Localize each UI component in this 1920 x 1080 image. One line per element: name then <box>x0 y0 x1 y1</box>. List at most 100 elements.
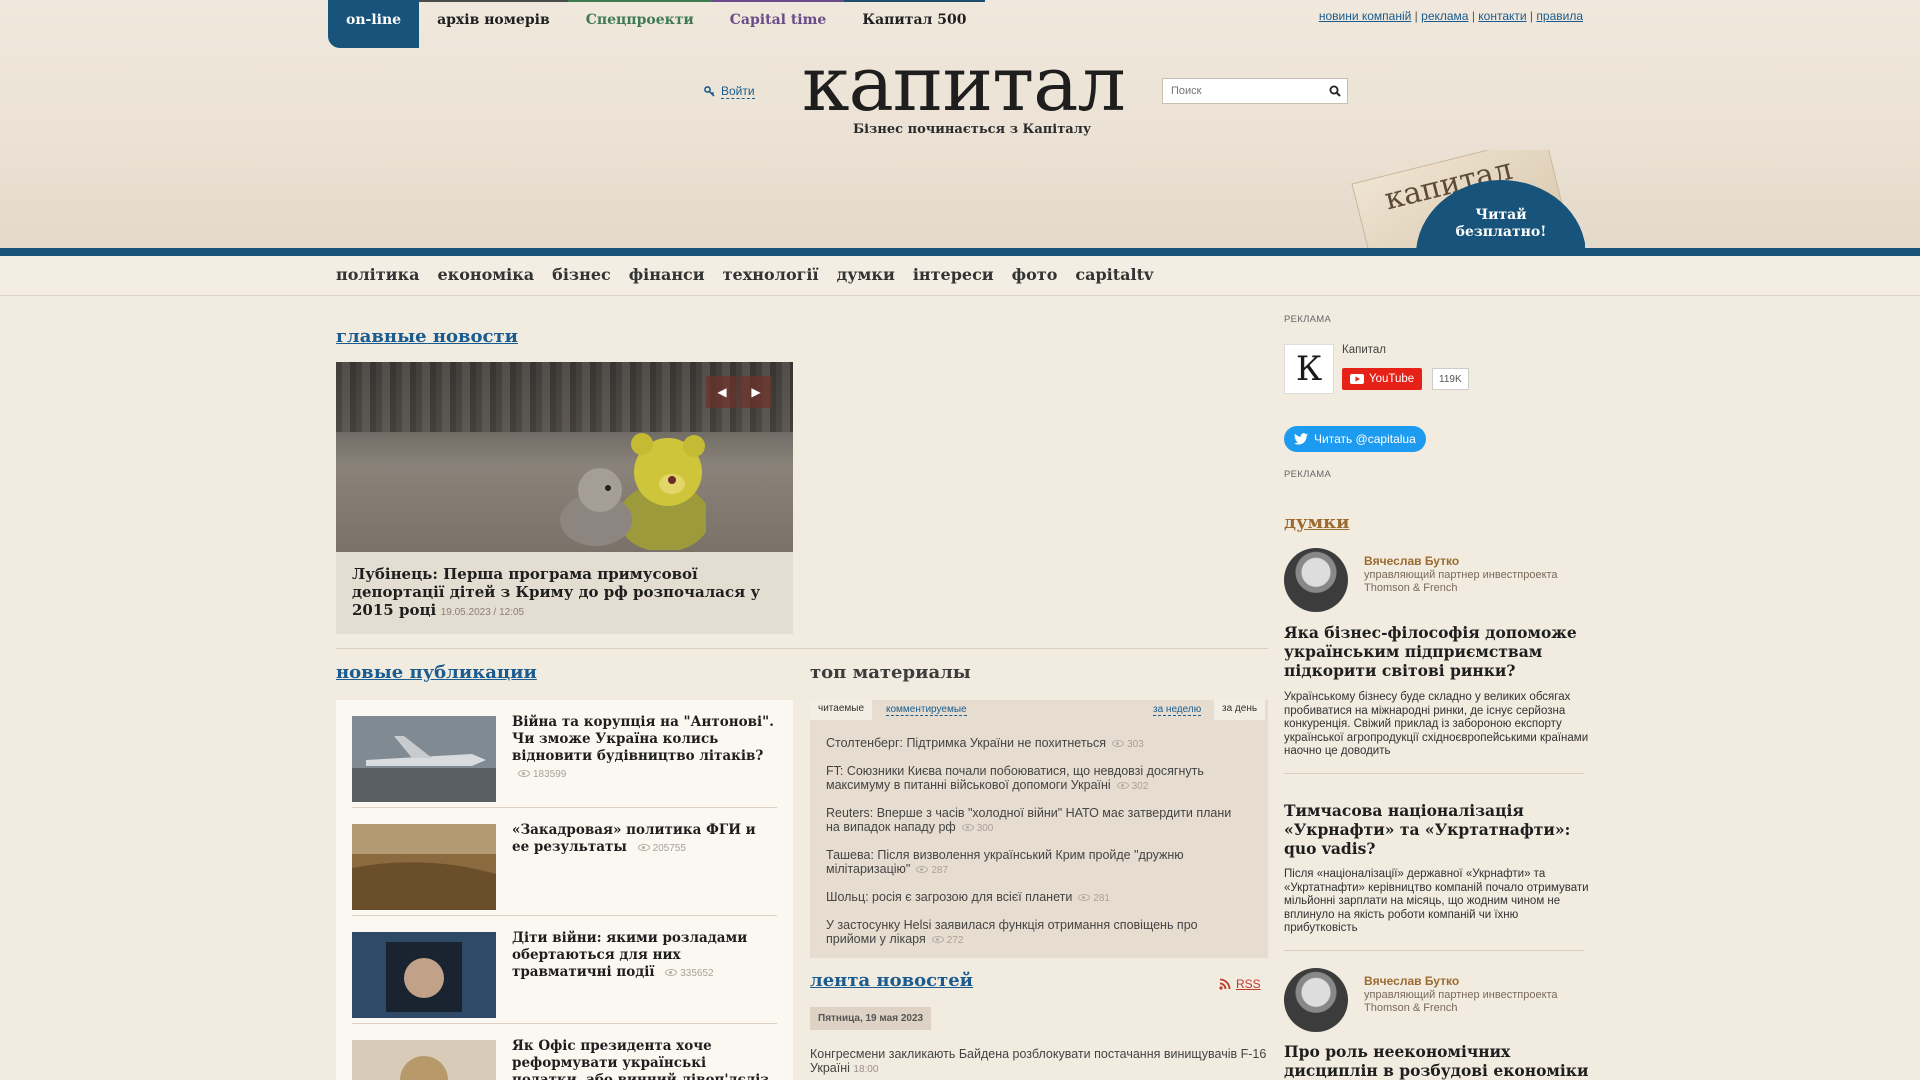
top-material-item[interactable]: FT: Союзники Києва почали побоюватися, щ… <box>826 764 1246 794</box>
publication-item[interactable]: Як Офіс президента хоче реформувати укра… <box>352 1024 777 1080</box>
publication-item[interactable]: Діти війни: якими розладами обертаються … <box>352 916 777 1024</box>
publication-item[interactable]: «Закадровая» политика ФГИ и ее результат… <box>352 808 777 916</box>
link-advertising[interactable]: реклама <box>1421 9 1468 23</box>
nav-finance[interactable]: фінанси <box>629 265 705 284</box>
view-count: 287 <box>910 865 948 876</box>
publication-item[interactable]: Війна та корупція на "Антонові". Чи змож… <box>352 700 777 808</box>
slider-next-button[interactable]: ▶ <box>740 376 772 408</box>
view-count: 183599 <box>512 769 566 780</box>
tab-special-projects[interactable]: Спецпроекти <box>567 0 712 48</box>
read-free-promo[interactable]: капитал Читай безплатно! <box>1350 150 1585 248</box>
eye-icon <box>1112 740 1125 747</box>
key-icon <box>704 86 715 97</box>
nav-capitaltv[interactable]: capitaltv <box>1075 265 1153 284</box>
youtube-subscribe-button[interactable]: YouTube <box>1342 368 1423 390</box>
slide-title: Лубінець: Перша програма примусової депо… <box>352 565 761 619</box>
view-count-value: 302 <box>1131 781 1149 792</box>
opinion-divider <box>1284 773 1584 774</box>
tab-most-commented[interactable]: комментируемые <box>886 704 967 716</box>
author-role: управляющий партнер инвестпроекта Thomso… <box>1364 569 1558 594</box>
feed-item-text: Конгресмени закликають Байдена розблокув… <box>810 1047 1267 1075</box>
publication-title: Як Офіс президента хоче реформувати укра… <box>512 1038 777 1080</box>
eye-icon <box>1078 894 1091 901</box>
nav-opinions[interactable]: думки <box>837 265 895 284</box>
opinion-author[interactable]: Вячеслав Бутко управляющий партнер инвес… <box>1284 968 1584 1032</box>
top-material-text: Ташева: Після визволення український Кри… <box>826 848 1184 876</box>
news-feed-heading[interactable]: лента новостей <box>810 970 973 991</box>
view-count-value: 272 <box>946 935 964 946</box>
login-link[interactable]: Войти <box>704 84 755 99</box>
tab-week[interactable]: за неделю <box>1153 704 1202 716</box>
view-count: 205755 <box>632 843 686 854</box>
opinion-title[interactable]: Яка бізнес-філософія допоможе українськи… <box>1284 623 1594 680</box>
top-material-item[interactable]: Ташева: Після визволення український Кри… <box>826 848 1246 878</box>
link-contacts[interactable]: контакти <box>1478 9 1526 23</box>
top-material-text: Reuters: Вперше з часів "холодної війни"… <box>826 806 1232 834</box>
top-material-item[interactable]: У застосунку Helsi заявилася функція отр… <box>826 918 1246 948</box>
view-count-value: 335652 <box>680 968 714 979</box>
feed-item-time: 18:00 <box>853 1064 879 1075</box>
top-material-item[interactable]: Шольц: росія є загрозою для всієї планет… <box>826 890 1246 906</box>
slide-caption[interactable]: Лубінець: Перша програма примусової депо… <box>336 552 793 634</box>
top-materials-box: читаемые комментируемые за неделю за ден… <box>810 700 1268 958</box>
nav-technology[interactable]: технології <box>723 265 819 284</box>
slider-prev-button[interactable]: ◀ <box>706 376 738 408</box>
view-count: 281 <box>1072 893 1110 904</box>
feed-item[interactable]: Конгресмени закликають Байдена розблокув… <box>810 1047 1268 1077</box>
channel-logo[interactable]: К <box>1284 344 1334 394</box>
tab-day[interactable]: за день <box>1214 700 1266 720</box>
channel-name[interactable]: Капитал <box>1342 344 1386 356</box>
search-button[interactable] <box>1323 79 1347 103</box>
publication-title: «Закадровая» политика ФГИ и ее результат… <box>512 822 777 857</box>
main-nav: політика економіка бізнес фінанси технол… <box>0 256 1920 296</box>
top-material-item[interactable]: Reuters: Вперше з часів "холодної війни"… <box>826 806 1246 836</box>
opinions-heading[interactable]: думки <box>1284 512 1350 533</box>
search-box <box>1162 78 1348 104</box>
nav-photo[interactable]: фото <box>1012 265 1058 284</box>
twitter-label: Читать @capitalua <box>1314 432 1416 446</box>
author-role: управляющий партнер инвестпроекта Thomso… <box>1364 989 1558 1014</box>
youtube-widget: К Капитал YouTube 119K <box>1284 340 1514 400</box>
rss-label: RSS <box>1236 977 1261 991</box>
teddy-bear-image <box>560 433 706 550</box>
youtube-label: YouTube <box>1369 373 1415 385</box>
section-divider <box>336 648 1268 649</box>
opinion-divider <box>1284 950 1584 951</box>
nav-interests[interactable]: інтереси <box>913 265 994 284</box>
author-avatar <box>1284 968 1348 1032</box>
view-count: 300 <box>956 823 994 834</box>
slide-date: 19.05.2023 / 12:05 <box>440 607 525 618</box>
search-input[interactable] <box>1163 79 1323 103</box>
ad-label: РЕКЛАМА <box>1284 469 1332 480</box>
top-material-text: Шольц: росія є загрозою для всієї планет… <box>826 890 1073 904</box>
opinion-title[interactable]: Тимчасова націоналізація «Укрнафти» та «… <box>1284 801 1594 858</box>
tab-online[interactable]: on-line <box>328 0 420 48</box>
twitter-follow-button[interactable]: Читать @capitalua <box>1284 426 1426 452</box>
subscriber-count: 119K <box>1432 368 1469 390</box>
rss-link[interactable]: RSS <box>1219 977 1261 991</box>
opinion-title[interactable]: Про роль неекономічних дисциплін в розбу… <box>1284 1042 1594 1080</box>
main-news-slider[interactable]: ◀ ▶ Лубінець: Перша програма примусової … <box>336 362 793 634</box>
link-rules[interactable]: правила <box>1536 9 1583 23</box>
link-company-news[interactable]: новини компаній <box>1319 9 1412 23</box>
view-count-value: 300 <box>976 823 994 834</box>
opinion-author[interactable]: Вячеслав Бутко управляющий партнер инвес… <box>1284 548 1584 612</box>
nav-business[interactable]: бізнес <box>552 265 611 284</box>
author-avatar <box>1284 548 1348 612</box>
tab-archive[interactable]: архів номерів <box>419 0 568 48</box>
view-count-value: 281 <box>1093 893 1110 904</box>
nav-politics[interactable]: політика <box>336 265 419 284</box>
eye-icon <box>665 969 678 976</box>
top-materials-tabs: читаемые комментируемые за неделю за ден… <box>810 700 1268 720</box>
view-count: 335652 <box>659 968 714 979</box>
top-material-item[interactable]: Столтенберг: Підтримка України не похитн… <box>826 736 1246 752</box>
main-news-heading[interactable]: главные новости <box>336 326 518 347</box>
tab-most-read[interactable]: читаемые <box>810 700 873 720</box>
nav-economy[interactable]: економіка <box>437 265 534 284</box>
site-logo[interactable]: капитал <box>802 46 1126 122</box>
site-tagline: Бізнес починається з Капіталу <box>853 122 1092 137</box>
top-materials-heading: топ материалы <box>810 662 971 683</box>
eye-icon <box>637 844 650 851</box>
header-rule <box>0 248 1920 256</box>
new-publications-heading[interactable]: новые публикации <box>336 662 537 683</box>
